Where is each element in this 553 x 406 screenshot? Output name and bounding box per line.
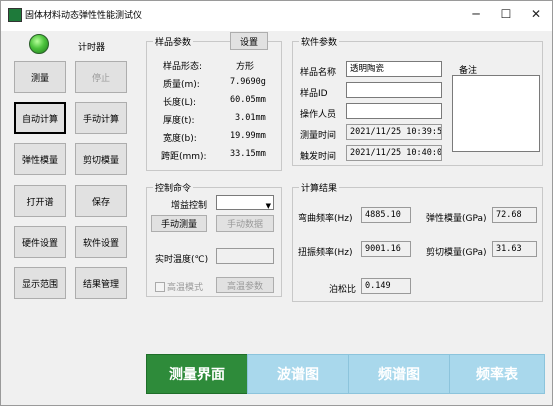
sample-id-field[interactable] [346, 82, 442, 98]
window-title: 固体材料动态弹性性能测试仪 [25, 11, 143, 21]
high-temp-mode-checkbox[interactable] [155, 282, 165, 292]
display-range-button[interactable]: 显示范围 [14, 267, 66, 299]
software-params-title: 软件参数 [299, 35, 340, 48]
maximize-icon[interactable]: ☐ [493, 4, 519, 24]
gain-label: 增益控制 [171, 201, 208, 211]
width-label: 宽度(b): [163, 134, 197, 144]
save-button[interactable]: 保存 [75, 185, 127, 217]
thickness-label: 厚度(t): [163, 116, 195, 126]
app-icon [8, 8, 22, 22]
minimize-icon[interactable]: ─ [463, 4, 489, 24]
high-temp-mode-label: 高温模式 [167, 283, 204, 293]
hardware-settings-button[interactable]: 硬件设置 [14, 226, 66, 258]
temperature-label: 实时温度(℃) [155, 255, 209, 265]
shear-modulus-field: 31.63 [492, 241, 537, 257]
high-temp-params-button[interactable]: 高温参数 [216, 277, 274, 293]
elastic-modulus-button[interactable]: 弹性模量 [14, 143, 66, 175]
operator-label: 操作人员 [300, 110, 337, 120]
sample-settings-button[interactable]: 设置 [230, 32, 268, 50]
control-title: 控制命令 [153, 181, 194, 194]
measure-time-label: 测量时间 [300, 131, 337, 141]
open-spectrum-button[interactable]: 打开谱 [14, 185, 66, 217]
span-value: 33.15mm [230, 149, 266, 159]
manual-measure-button[interactable]: 手动测量 [151, 215, 207, 232]
results-title: 计算结果 [299, 181, 340, 194]
poisson-field: 0.149 [361, 278, 411, 294]
tab-frequency[interactable]: 频谱图 [348, 354, 450, 394]
bend-freq-field: 4885.10 [361, 207, 411, 223]
sample-params-title: 样品参数 [153, 35, 194, 48]
poisson-label: 泊松比 [329, 285, 357, 295]
close-icon[interactable]: ✕ [523, 4, 549, 24]
bend-freq-label: 弯曲频率(Hz) [298, 214, 353, 224]
length-value: 60.05mm [230, 95, 266, 105]
gain-select[interactable]: ▼ [216, 195, 274, 210]
width-value: 19.99mm [230, 131, 266, 141]
thickness-value: 3.01mm [235, 113, 266, 123]
elastic-modulus-label: 弹性模量(GPa) [426, 214, 487, 224]
stop-button[interactable]: 停止 [75, 61, 127, 93]
main-window: 固体材料动态弹性性能测试仪 ─ ☐ ✕ 计时器 测量 停止 自动计算 手动计算 … [0, 0, 553, 406]
tab-measure[interactable]: 测量界面 [146, 354, 248, 394]
sample-id-label: 样品ID [300, 89, 328, 99]
notes-field[interactable] [452, 75, 540, 152]
mass-label: 质量(m): [163, 80, 200, 90]
auto-calc-button[interactable]: 自动计算 [14, 102, 66, 134]
manual-read-button[interactable]: 手动数据 [216, 215, 274, 232]
tab-spectrum[interactable]: 波谱图 [247, 354, 349, 394]
shape-label: 样品形态: [163, 62, 203, 72]
trigger-time-field: 2021/11/25 10:40:01 [346, 145, 442, 161]
status-led-icon [29, 34, 49, 54]
elastic-modulus-field: 72.68 [492, 207, 537, 223]
trigger-time-label: 触发时间 [300, 152, 337, 162]
sample-name-label: 样品名称 [300, 68, 337, 78]
length-label: 长度(L): [163, 98, 197, 108]
torsion-freq-label: 扭振频率(Hz) [298, 248, 353, 258]
mass-value: 7.9690g [230, 77, 266, 87]
operator-field[interactable] [346, 103, 442, 119]
chevron-down-icon[interactable]: ▼ [266, 199, 271, 209]
span-label: 跨距(mm): [161, 152, 207, 162]
shear-modulus-label: 剪切模量(GPa) [426, 248, 487, 258]
manual-calc-button[interactable]: 手动计算 [75, 102, 127, 134]
measure-button[interactable]: 测量 [14, 61, 66, 93]
timer-label: 计时器 [78, 43, 106, 53]
tab-freq-table[interactable]: 频率表 [449, 354, 545, 394]
temperature-field [216, 248, 274, 264]
shear-modulus-button[interactable]: 剪切模量 [75, 143, 127, 175]
sample-name-field[interactable]: 透明陶瓷 [346, 61, 442, 77]
title-bar: 固体材料动态弹性性能测试仪 ─ ☐ ✕ [1, 1, 552, 31]
measure-time-field: 2021/11/25 10:39:56 [346, 124, 442, 140]
result-manage-button[interactable]: 结果管理 [75, 267, 127, 299]
torsion-freq-field: 9001.16 [361, 241, 411, 257]
software-settings-button[interactable]: 软件设置 [75, 226, 127, 258]
shape-value: 方形 [236, 62, 255, 72]
